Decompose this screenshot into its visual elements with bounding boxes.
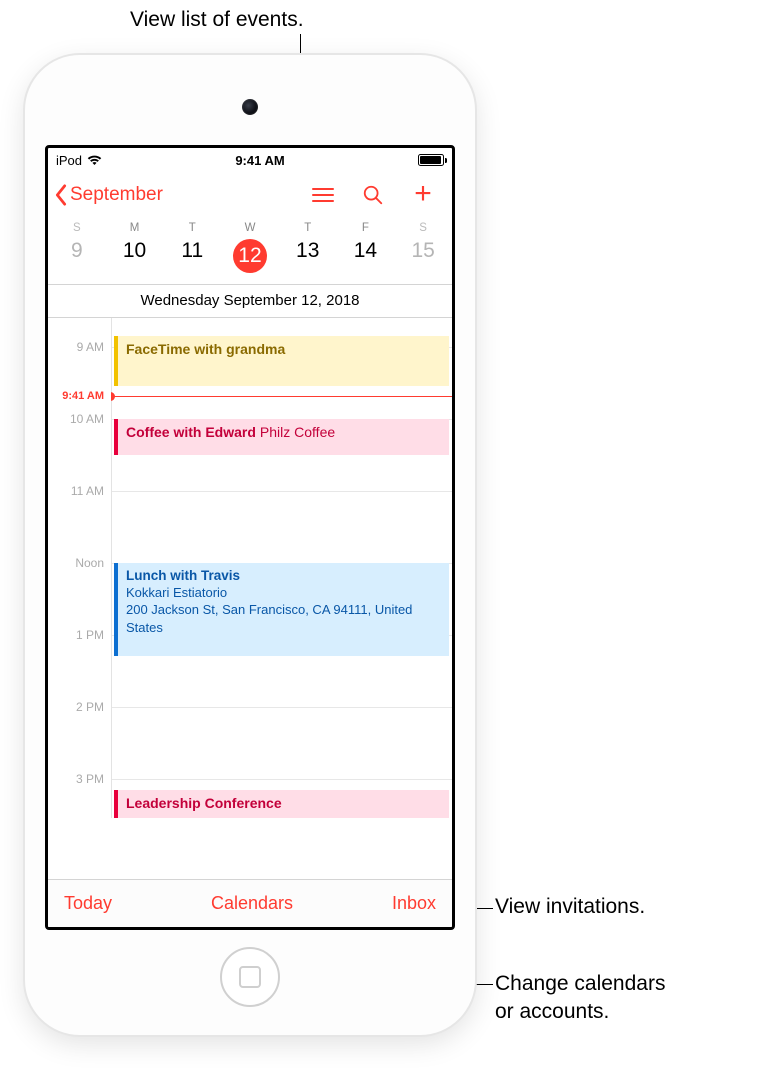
callout-calendars: Change calendars or accounts.: [495, 970, 665, 1027]
calendars-button[interactable]: Calendars: [211, 893, 293, 914]
hour-label: 2 PM: [76, 700, 104, 714]
battery-icon: [418, 154, 444, 166]
carrier-label: iPod: [56, 153, 82, 168]
hour-gridline: [112, 491, 452, 492]
hour-label: 3 PM: [76, 772, 104, 786]
chevron-left-icon: [54, 184, 68, 206]
hour-label: 11 AM: [71, 484, 104, 498]
nav-bar: September +: [48, 172, 452, 218]
weekday-letter: T: [279, 222, 337, 234]
hour-gridline: [112, 707, 452, 708]
weekday-letter: W: [221, 222, 279, 234]
back-button[interactable]: September: [50, 180, 167, 210]
weekday-letter: F: [337, 222, 395, 234]
event-title: FaceTime with grandma: [126, 341, 285, 357]
status-bar: iPod 9:41 AM: [48, 148, 452, 172]
plus-icon: +: [414, 179, 432, 209]
weekday-header: SMTWTFS: [48, 218, 452, 236]
home-button[interactable]: [220, 947, 280, 1007]
weekday-letter: M: [106, 222, 164, 234]
hour-label: 1 PM: [76, 628, 104, 642]
status-time: 9:41 AM: [235, 153, 284, 168]
event-lunch-travis[interactable]: Lunch with TravisKokkari Estiatorio 200 …: [114, 563, 449, 657]
list-view-button[interactable]: [310, 182, 336, 208]
back-label: September: [70, 184, 163, 206]
add-event-button[interactable]: +: [410, 182, 436, 208]
weekday-letter: S: [48, 222, 106, 234]
event-location: Kokkari Estiatorio 200 Jackson St, San F…: [126, 584, 441, 637]
day-cell[interactable]: 9: [48, 236, 106, 276]
hour-label: 10 AM: [70, 412, 104, 426]
day-cell[interactable]: 10: [106, 236, 164, 276]
current-time-label: 9:41 AM: [48, 390, 111, 402]
day-cell[interactable]: 14: [337, 236, 395, 276]
today-button[interactable]: Today: [64, 893, 112, 914]
hour-label: 9 AM: [77, 340, 104, 354]
device-camera: [242, 99, 258, 115]
day-cell[interactable]: 15: [394, 236, 452, 276]
event-location: Philz Coffee: [260, 424, 335, 440]
days-row: 9101112131415: [48, 236, 452, 285]
screen: iPod 9:41 AM September: [45, 145, 455, 930]
event-coffee-edward[interactable]: Coffee with EdwardPhilz Coffee: [114, 419, 449, 455]
search-icon: [362, 184, 384, 206]
day-cell[interactable]: 13: [279, 236, 337, 276]
hour-gridline: [112, 779, 452, 780]
callout-list-view: View list of events.: [130, 6, 304, 34]
weekday-letter: S: [394, 222, 452, 234]
current-time-line: [111, 396, 452, 397]
ipod-device-frame: iPod 9:41 AM September: [25, 55, 475, 1035]
weekday-letter: T: [163, 222, 221, 234]
events-column: FaceTime with grandma Coffee with EdwardP…: [111, 318, 452, 818]
bottom-toolbar: Today Calendars Inbox: [48, 879, 452, 927]
event-title: Lunch with Travis: [126, 568, 240, 583]
day-cell[interactable]: 11: [163, 236, 221, 276]
day-timeline[interactable]: 9 AM 10 AM 11 AM Noon 1 PM 2 PM 3 PM FaceTime …: [48, 318, 452, 818]
day-cell[interactable]: 12: [221, 236, 279, 276]
list-icon: [312, 185, 334, 206]
date-subtitle: Wednesday September 12, 2018: [48, 285, 452, 318]
callout-inbox: View invitations.: [495, 893, 645, 921]
inbox-button[interactable]: Inbox: [392, 893, 436, 914]
event-title: Leadership Conference: [126, 795, 282, 811]
search-button[interactable]: [360, 182, 386, 208]
wifi-icon: [87, 155, 102, 166]
event-facetime-grandma[interactable]: FaceTime with grandma: [114, 336, 449, 386]
event-leadership-conference[interactable]: Leadership Conference: [114, 790, 449, 818]
event-title: Coffee with Edward: [126, 424, 256, 440]
hour-label: Noon: [75, 556, 104, 570]
